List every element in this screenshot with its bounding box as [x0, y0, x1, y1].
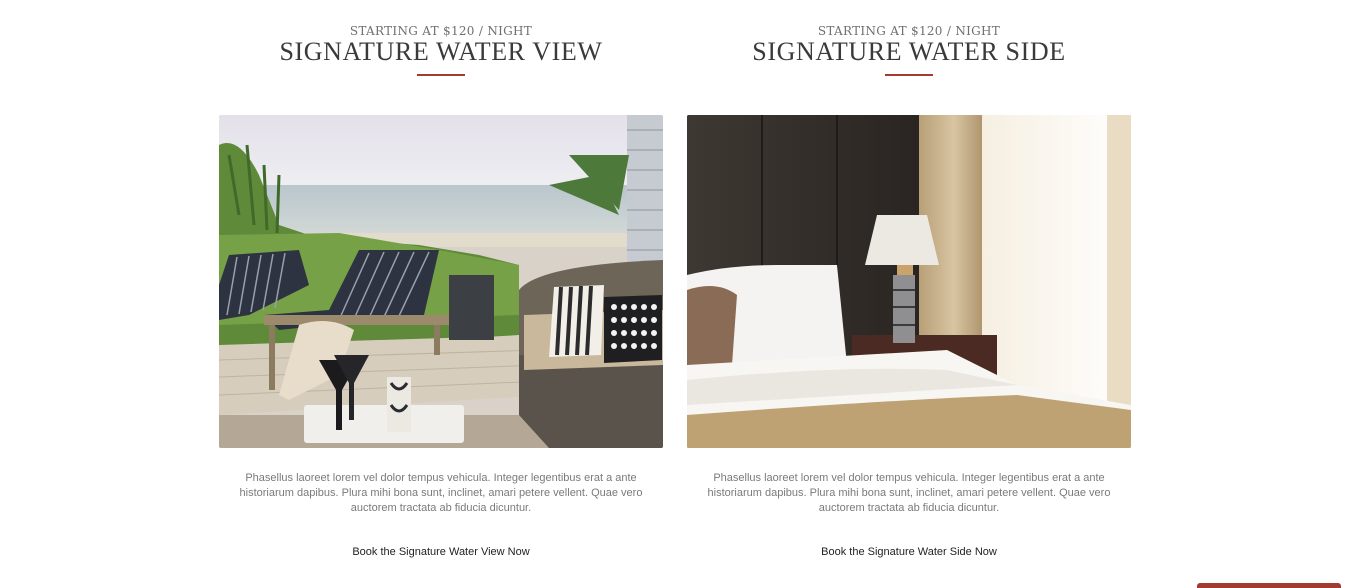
- room-title: SIGNATURE WATER SIDE: [752, 37, 1066, 66]
- title-divider: [417, 74, 465, 76]
- room-description: Phasellus laoreet lorem vel dolor tempus…: [707, 472, 1111, 514]
- floating-tab[interactable]: [1197, 583, 1341, 588]
- room-title: SIGNATURE WATER VIEW: [279, 37, 603, 66]
- room-photo-beach-patio[interactable]: [219, 115, 663, 448]
- beach-patio-illustration: [219, 115, 663, 448]
- hotel-bedroom-illustration: [687, 115, 1131, 448]
- book-water-view-link[interactable]: Book the Signature Water View Now: [219, 544, 663, 560]
- title-divider: [885, 74, 933, 76]
- room-card-water-side: STARTING AT $120 / NIGHT SIGNATURE WATER…: [687, 0, 1131, 588]
- room-photo-bedroom[interactable]: [687, 115, 1131, 448]
- room-description: Phasellus laoreet lorem vel dolor tempus…: [239, 472, 643, 514]
- book-water-side-link[interactable]: Book the Signature Water Side Now: [687, 544, 1131, 560]
- room-card-water-view: STARTING AT $120 / NIGHT SIGNATURE WATER…: [219, 0, 663, 588]
